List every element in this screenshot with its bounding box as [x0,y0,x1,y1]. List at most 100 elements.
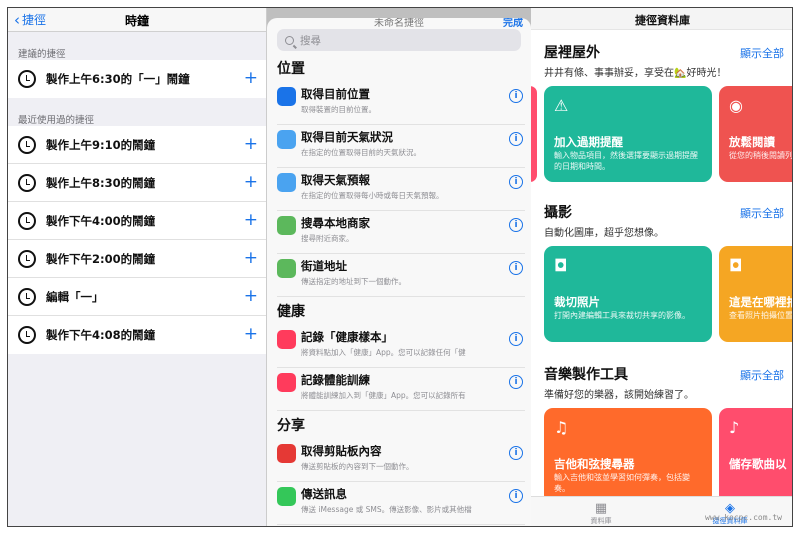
card-title: 裁切照片 [554,295,600,309]
clock-shortcuts-panel: ‹ 捷徑 時鐘 建議的捷徑 製作上午6:30的「一」鬧鐘 + 最近使用過的捷徑 … [8,8,267,526]
info-icon[interactable]: i [509,489,523,503]
info-icon[interactable]: i [509,375,523,389]
section-subtitle: 自動化圖庫，超乎您想像。 [544,228,664,239]
rss-icon: ◉ [729,96,743,115]
add-icon[interactable]: + [244,288,258,305]
info-icon[interactable]: i [509,89,523,103]
grid-icon: ▦ [594,501,608,516]
weather-icon [277,130,296,149]
search-input[interactable]: 搜尋 [277,29,521,51]
action-title: 取得目前天氣狀況 [301,130,393,144]
list-item[interactable]: 製作下午2:00的鬧鐘 + [8,240,266,278]
tab-label: 資料庫 [590,517,612,525]
list-item[interactable]: 製作下午4:00的鬧鐘 + [8,202,266,240]
action-subtitle: 搜尋附近商家。 [301,234,354,243]
action-item[interactable]: 搜尋本地商家搜尋附近商家。 i [277,211,525,254]
show-all-link[interactable]: 顯示全部 [740,367,784,383]
card-title: 吉他和弦搜尋器 [554,457,635,471]
card-title: 這是在哪裡拍 [729,295,793,309]
info-icon[interactable]: i [509,446,523,460]
action-subtitle: 將體能訓練加入到「健康」App。您可以記錄所有 [301,391,466,400]
group-header: 健康 [277,304,305,320]
shortcut-card[interactable]: ⚠ 加入過期提醒 輸入物品項目，然後選擇要顯示過期提醒的日期和時間。 [544,86,712,182]
action-title: 記錄「健康樣本」 [301,330,393,344]
clock-icon [18,173,36,192]
info-icon[interactable]: i [509,261,523,275]
action-item[interactable]: 取得目前天氣狀況在指定的位置取得目前的天氣狀況。 i [277,125,525,168]
add-icon[interactable]: + [244,174,258,191]
page-title: 時鐘 [124,14,149,28]
health-heart-icon [277,330,296,349]
section-header-suggested: 建議的捷徑 [18,49,66,60]
clock-icon [18,249,36,268]
section-subtitle: 準備好您的樂器，該開始練習了。 [544,390,694,401]
shortcut-card[interactable]: ♪ 儲存歌曲以 [719,408,792,504]
clock-icon [18,287,36,306]
camera-icon: ◘ [554,256,568,275]
action-sheet: 未命名捷徑 完成 搜尋 位置 取得目前位置 取得裝置的目前位置。 i 取得目前天氣狀況在… [267,18,531,526]
info-icon[interactable]: i [509,132,523,146]
done-button[interactable]: 完成 [503,18,523,29]
watermark: www.kocpc.com.tw [704,513,782,522]
action-item[interactable]: 街道地址 傳送指定的地址到下一個動作。 i [277,254,525,297]
list-item[interactable]: 製作下午4:08的鬧鐘 + [8,316,266,354]
show-all-link[interactable]: 顯示全部 [740,205,784,221]
tab-library[interactable]: ▦ 資料庫 [581,501,621,526]
shortcut-label: 編輯「一」 [46,289,104,304]
shortcut-card[interactable]: ◉ 放鬆閱讀從您的稍後閱讀列表中隨機選取文章 [719,86,792,182]
action-item[interactable]: 記錄「健康樣本」 將資料點加入「健康」App。您可以記錄任何「健 i [277,325,525,368]
list-item[interactable]: 編輯「一」 + [8,278,266,316]
shortcut-label: 製作下午4:00的鬧鐘 [46,213,156,228]
recent-list: 製作上午9:10的鬧鐘 + 製作上午8:30的鬧鐘 + 製作下午4:00的鬧鐘 + 製… [8,126,266,354]
list-item[interactable]: 製作上午6:30的「一」鬧鐘 + [8,60,266,98]
add-icon[interactable]: + [244,70,258,87]
action-item[interactable]: 取得目前位置 取得裝置的目前位置。 i [277,82,525,125]
health-heart-icon [277,373,296,392]
action-title: 取得剪貼板內容 [301,444,382,458]
shortcut-card[interactable]: ◘ 這是在哪裡拍 查看照片拍攝位置 [719,246,793,342]
section-title: 屋裡屋外 [544,45,600,61]
add-icon[interactable]: + [244,326,258,343]
action-subtitle: 在指定的位置取得目前的天氣狀況。 [301,148,421,157]
group-header: 分享 [277,418,305,434]
shortcut-label: 製作上午9:10的鬧鐘 [46,137,156,152]
section-header-recent: 最近使用過的捷徑 [18,115,95,126]
add-icon[interactable]: + [244,136,258,153]
clipboard-icon [277,444,296,463]
action-title: 搜尋本地商家 [301,216,370,230]
screenshot-frame: ‹ 捷徑 時鐘 建議的捷徑 製作上午6:30的「一」鬧鐘 + 最近使用過的捷徑 … [7,7,793,527]
suggested-list: 製作上午6:30的「一」鬧鐘 + [8,60,266,98]
card-title: 放鬆閱讀 [729,135,775,149]
show-all-link[interactable]: 顯示全部 [740,45,784,61]
shortcut-label: 製作下午2:00的鬧鐘 [46,251,156,266]
action-title: 傳送訊息 [301,487,347,501]
messages-icon [277,487,296,506]
shortcut-card-peek[interactable] [531,86,537,182]
action-title: 取得目前位置 [301,87,370,101]
shortcut-label: 製作上午6:30的「一」鬧鐘 [46,72,190,86]
section-title: 攝影 [544,205,572,221]
add-icon[interactable]: + [244,250,258,267]
action-item[interactable]: 取得剪貼板內容 傳送剪貼板的內容到下一個動作。 i [277,439,525,482]
location-arrow-icon [277,87,296,106]
shortcut-card[interactable]: ♫ 吉他和弦搜尋器 輸入吉他和弦並學習如何彈奏，包括變奏。 [544,408,712,504]
info-icon[interactable]: i [509,175,523,189]
action-item[interactable]: 傳送訊息 傳送 iMessage 或 SMS。傳送影像、影片或其他檔 i [277,482,525,525]
shortcut-card[interactable]: ◘ 裁切照片 打開內建編輯工具來裁切共享的影像。 [544,246,712,342]
search-placeholder: 搜尋 [300,34,321,47]
card-title: 加入過期提醒 [554,135,623,149]
tab-bar: ▦ 資料庫 ◈ 捷徑資料庫 [531,496,792,526]
clock-icon [18,135,36,154]
section-subtitle: 井井有條、事事辦妥，享受在🏡好時光！ [544,68,727,79]
action-item[interactable]: 記錄體能訓練將體能訓練加入到「健康」App。您可以記錄所有 i [277,368,525,411]
action-title: 記錄體能訓練 [301,373,370,387]
list-item[interactable]: 製作上午9:10的鬧鐘 + [8,126,266,164]
action-picker-panel: 未命名捷徑 完成 搜尋 位置 取得目前位置 取得裝置的目前位置。 i 取得目前天氣狀況在… [267,8,531,526]
info-icon[interactable]: i [509,218,523,232]
nav-bar: ‹ 捷徑 時鐘 [8,8,266,32]
weather-icon [277,173,296,192]
list-item[interactable]: 製作上午8:30的鬧鐘 + [8,164,266,202]
info-icon[interactable]: i [509,332,523,346]
action-item[interactable]: 取得天氣預報 在指定的位置取得每小時或每日天氣預報。 i [277,168,525,211]
add-icon[interactable]: + [244,212,258,229]
